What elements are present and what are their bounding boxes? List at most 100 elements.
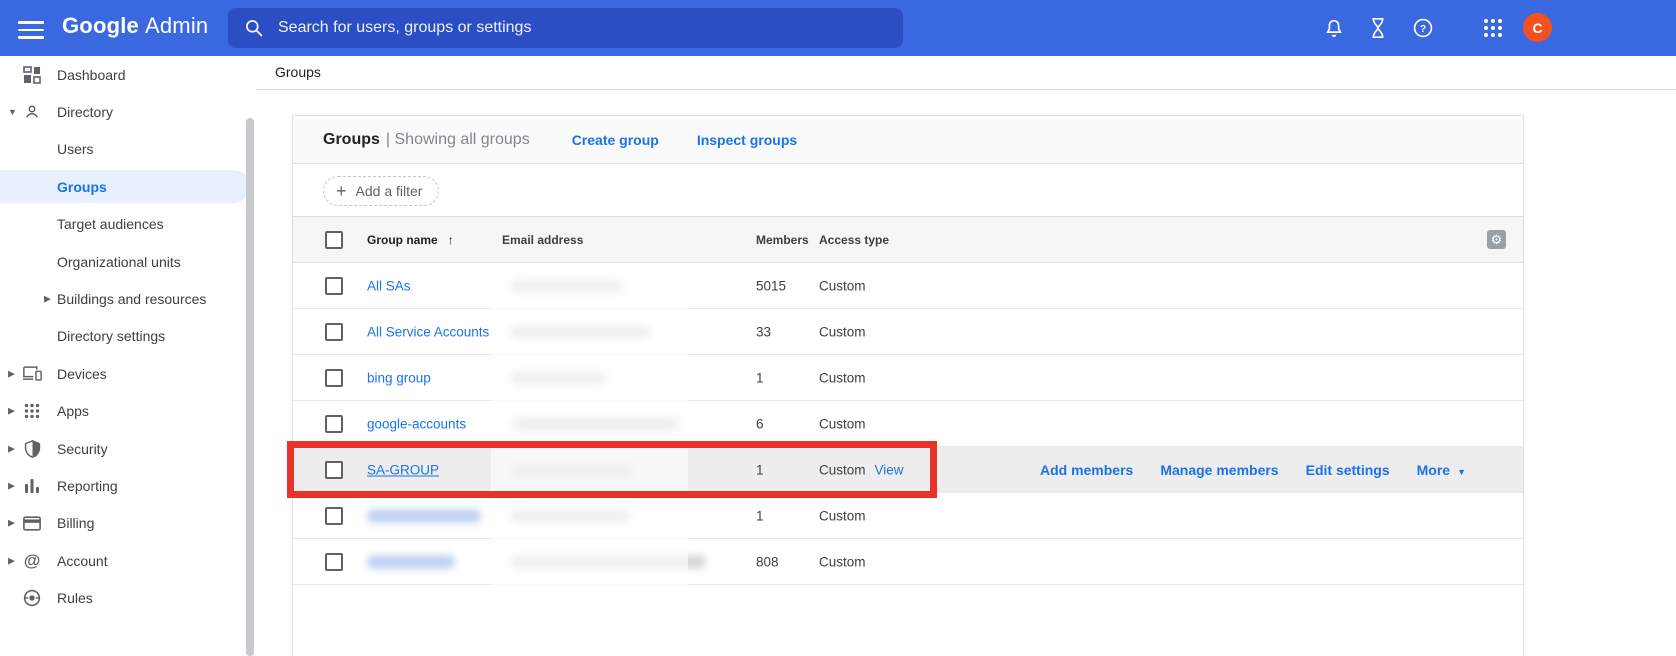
- add-filter-label: Add a filter: [356, 183, 423, 199]
- sort-ascending-icon[interactable]: ↑: [448, 233, 454, 247]
- row-checkbox[interactable]: [325, 415, 343, 433]
- page-title: Groups: [323, 131, 380, 149]
- blurred-group-name: [367, 555, 455, 568]
- bar-chart-icon: [22, 476, 42, 496]
- sidebar-item-billing[interactable]: ▶ Billing: [0, 505, 256, 542]
- table-row[interactable]: bing group 1 Custom: [293, 355, 1523, 401]
- column-header-group-name[interactable]: Group name↑: [367, 233, 454, 247]
- blurred-email: [511, 325, 651, 338]
- sidebar-item-account[interactable]: ▶ @ Account: [0, 542, 256, 579]
- select-all-checkbox[interactable]: [325, 231, 343, 249]
- access-type: CustomView: [819, 462, 904, 477]
- row-checkbox[interactable]: [325, 553, 343, 571]
- table-row[interactable]: All SAs 5015 Custom: [293, 263, 1523, 309]
- sidebar-label: Security: [57, 441, 108, 457]
- sidebar-item-organizational-units[interactable]: Organizational units: [0, 243, 256, 280]
- row-checkbox[interactable]: [325, 507, 343, 525]
- sidebar-item-dashboard[interactable]: Dashboard: [0, 56, 256, 93]
- view-access-link[interactable]: View: [875, 462, 904, 477]
- sidebar-item-directory-settings[interactable]: Directory settings: [0, 318, 256, 355]
- google-admin-console: GoogleAdmin ? C Dashboard: [0, 0, 1676, 656]
- group-name-link[interactable]: bing group: [367, 370, 431, 385]
- members-count: 808: [756, 554, 779, 569]
- chevron-right-icon[interactable]: ▶: [8, 368, 15, 379]
- chevron-right-icon[interactable]: ▶: [8, 480, 15, 491]
- card-header: Groups | Showing all groups Create group…: [293, 116, 1523, 164]
- row-checkbox[interactable]: [325, 323, 343, 341]
- person-icon: [22, 102, 42, 122]
- sidebar-item-devices[interactable]: ▶ Devices: [0, 355, 256, 392]
- table-row[interactable]: All Service Accounts 33 Custom: [293, 309, 1523, 355]
- table-row-highlighted[interactable]: SA-GROUP 1 CustomView Add members Manage…: [293, 447, 1523, 493]
- sidebar-item-users[interactable]: Users: [0, 131, 256, 168]
- brand-admin: Admin: [145, 13, 208, 38]
- chevron-right-icon[interactable]: ▶: [8, 406, 15, 417]
- edit-settings-button[interactable]: Edit settings: [1306, 462, 1390, 478]
- sidebar-item-groups[interactable]: Groups: [0, 168, 256, 205]
- filter-bar: + Add a filter: [293, 164, 1523, 217]
- menu-icon[interactable]: [18, 16, 44, 40]
- column-header-members[interactable]: Members: [756, 233, 809, 247]
- chevron-right-icon[interactable]: ▶: [44, 294, 51, 305]
- credit-card-icon: [22, 513, 42, 533]
- members-count: 1: [756, 508, 764, 523]
- group-name-link[interactable]: All SAs: [367, 278, 411, 293]
- access-type: Custom: [819, 554, 866, 569]
- sidebar-item-target-audiences[interactable]: Target audiences: [0, 206, 256, 243]
- chevron-right-icon[interactable]: ▶: [8, 555, 15, 566]
- sidebar-item-reporting[interactable]: ▶ Reporting: [0, 467, 256, 504]
- table-header: Group name↑ Email address Members Access…: [293, 217, 1523, 263]
- sidebar-item-directory[interactable]: ▼ Directory: [0, 93, 256, 130]
- access-type: Custom: [819, 416, 866, 431]
- sidebar-item-apps[interactable]: ▶ Apps: [0, 393, 256, 430]
- chevron-right-icon[interactable]: ▶: [8, 518, 15, 529]
- column-header-access-type[interactable]: Access type: [819, 233, 889, 247]
- sidebar-label: Reporting: [57, 478, 118, 494]
- chevron-down-icon: ▼: [1457, 467, 1466, 477]
- groups-table-body: All SAs 5015 Custom All Service Accounts…: [293, 263, 1523, 585]
- search-icon: [244, 18, 264, 38]
- group-name-link[interactable]: All Service Accounts: [367, 324, 489, 339]
- table-row[interactable]: 808 Custom: [293, 539, 1523, 585]
- help-icon[interactable]: ?: [1409, 14, 1437, 42]
- sidebar-item-rules[interactable]: Rules: [0, 579, 256, 616]
- group-name-link[interactable]: SA-GROUP: [367, 462, 439, 477]
- apps-launcher-icon[interactable]: [1479, 14, 1507, 42]
- more-actions-button[interactable]: More▼: [1417, 462, 1466, 478]
- sidebar-label: Buildings and resources: [57, 291, 206, 307]
- sidebar-scrollbar[interactable]: [246, 118, 254, 656]
- add-filter-button[interactable]: + Add a filter: [323, 176, 439, 206]
- table-row[interactable]: google-accounts 6 Custom: [293, 401, 1523, 447]
- chevron-down-icon[interactable]: ▼: [8, 107, 17, 117]
- pending-tasks-hourglass-icon[interactable]: [1364, 14, 1392, 42]
- chevron-right-icon[interactable]: ▶: [8, 443, 15, 454]
- shield-icon: [22, 439, 42, 459]
- members-count: 1: [756, 370, 764, 385]
- notifications-bell-icon[interactable]: [1320, 14, 1348, 42]
- app-logo: GoogleAdmin: [62, 13, 208, 39]
- members-count: 33: [756, 324, 771, 339]
- sidebar-label: Users: [57, 141, 94, 157]
- row-checkbox[interactable]: [325, 461, 343, 479]
- row-checkbox[interactable]: [325, 369, 343, 387]
- table-row[interactable]: 1 Custom: [293, 493, 1523, 539]
- sidebar-label: Devices: [57, 366, 107, 382]
- manage-members-button[interactable]: Manage members: [1160, 462, 1278, 478]
- column-header-email[interactable]: Email address: [502, 233, 583, 247]
- sidebar-item-security[interactable]: ▶ Security: [0, 430, 256, 467]
- manage-columns-gear-icon[interactable]: ⚙: [1487, 230, 1506, 249]
- group-name-link[interactable]: google-accounts: [367, 416, 466, 431]
- blurred-email: [511, 371, 606, 384]
- global-search[interactable]: [228, 8, 903, 48]
- row-checkbox[interactable]: [325, 277, 343, 295]
- page-subtitle: | Showing all groups: [386, 131, 530, 149]
- create-group-button[interactable]: Create group: [572, 132, 659, 148]
- search-input[interactable]: [278, 19, 838, 37]
- blurred-email: [511, 555, 706, 568]
- add-members-button[interactable]: Add members: [1040, 462, 1133, 478]
- sidebar-item-buildings-and-resources[interactable]: ▶ Buildings and resources: [0, 280, 256, 317]
- inspect-groups-button[interactable]: Inspect groups: [697, 132, 797, 148]
- at-sign-icon: @: [22, 551, 42, 571]
- account-avatar[interactable]: C: [1523, 13, 1552, 42]
- brand-google: Google: [62, 13, 139, 38]
